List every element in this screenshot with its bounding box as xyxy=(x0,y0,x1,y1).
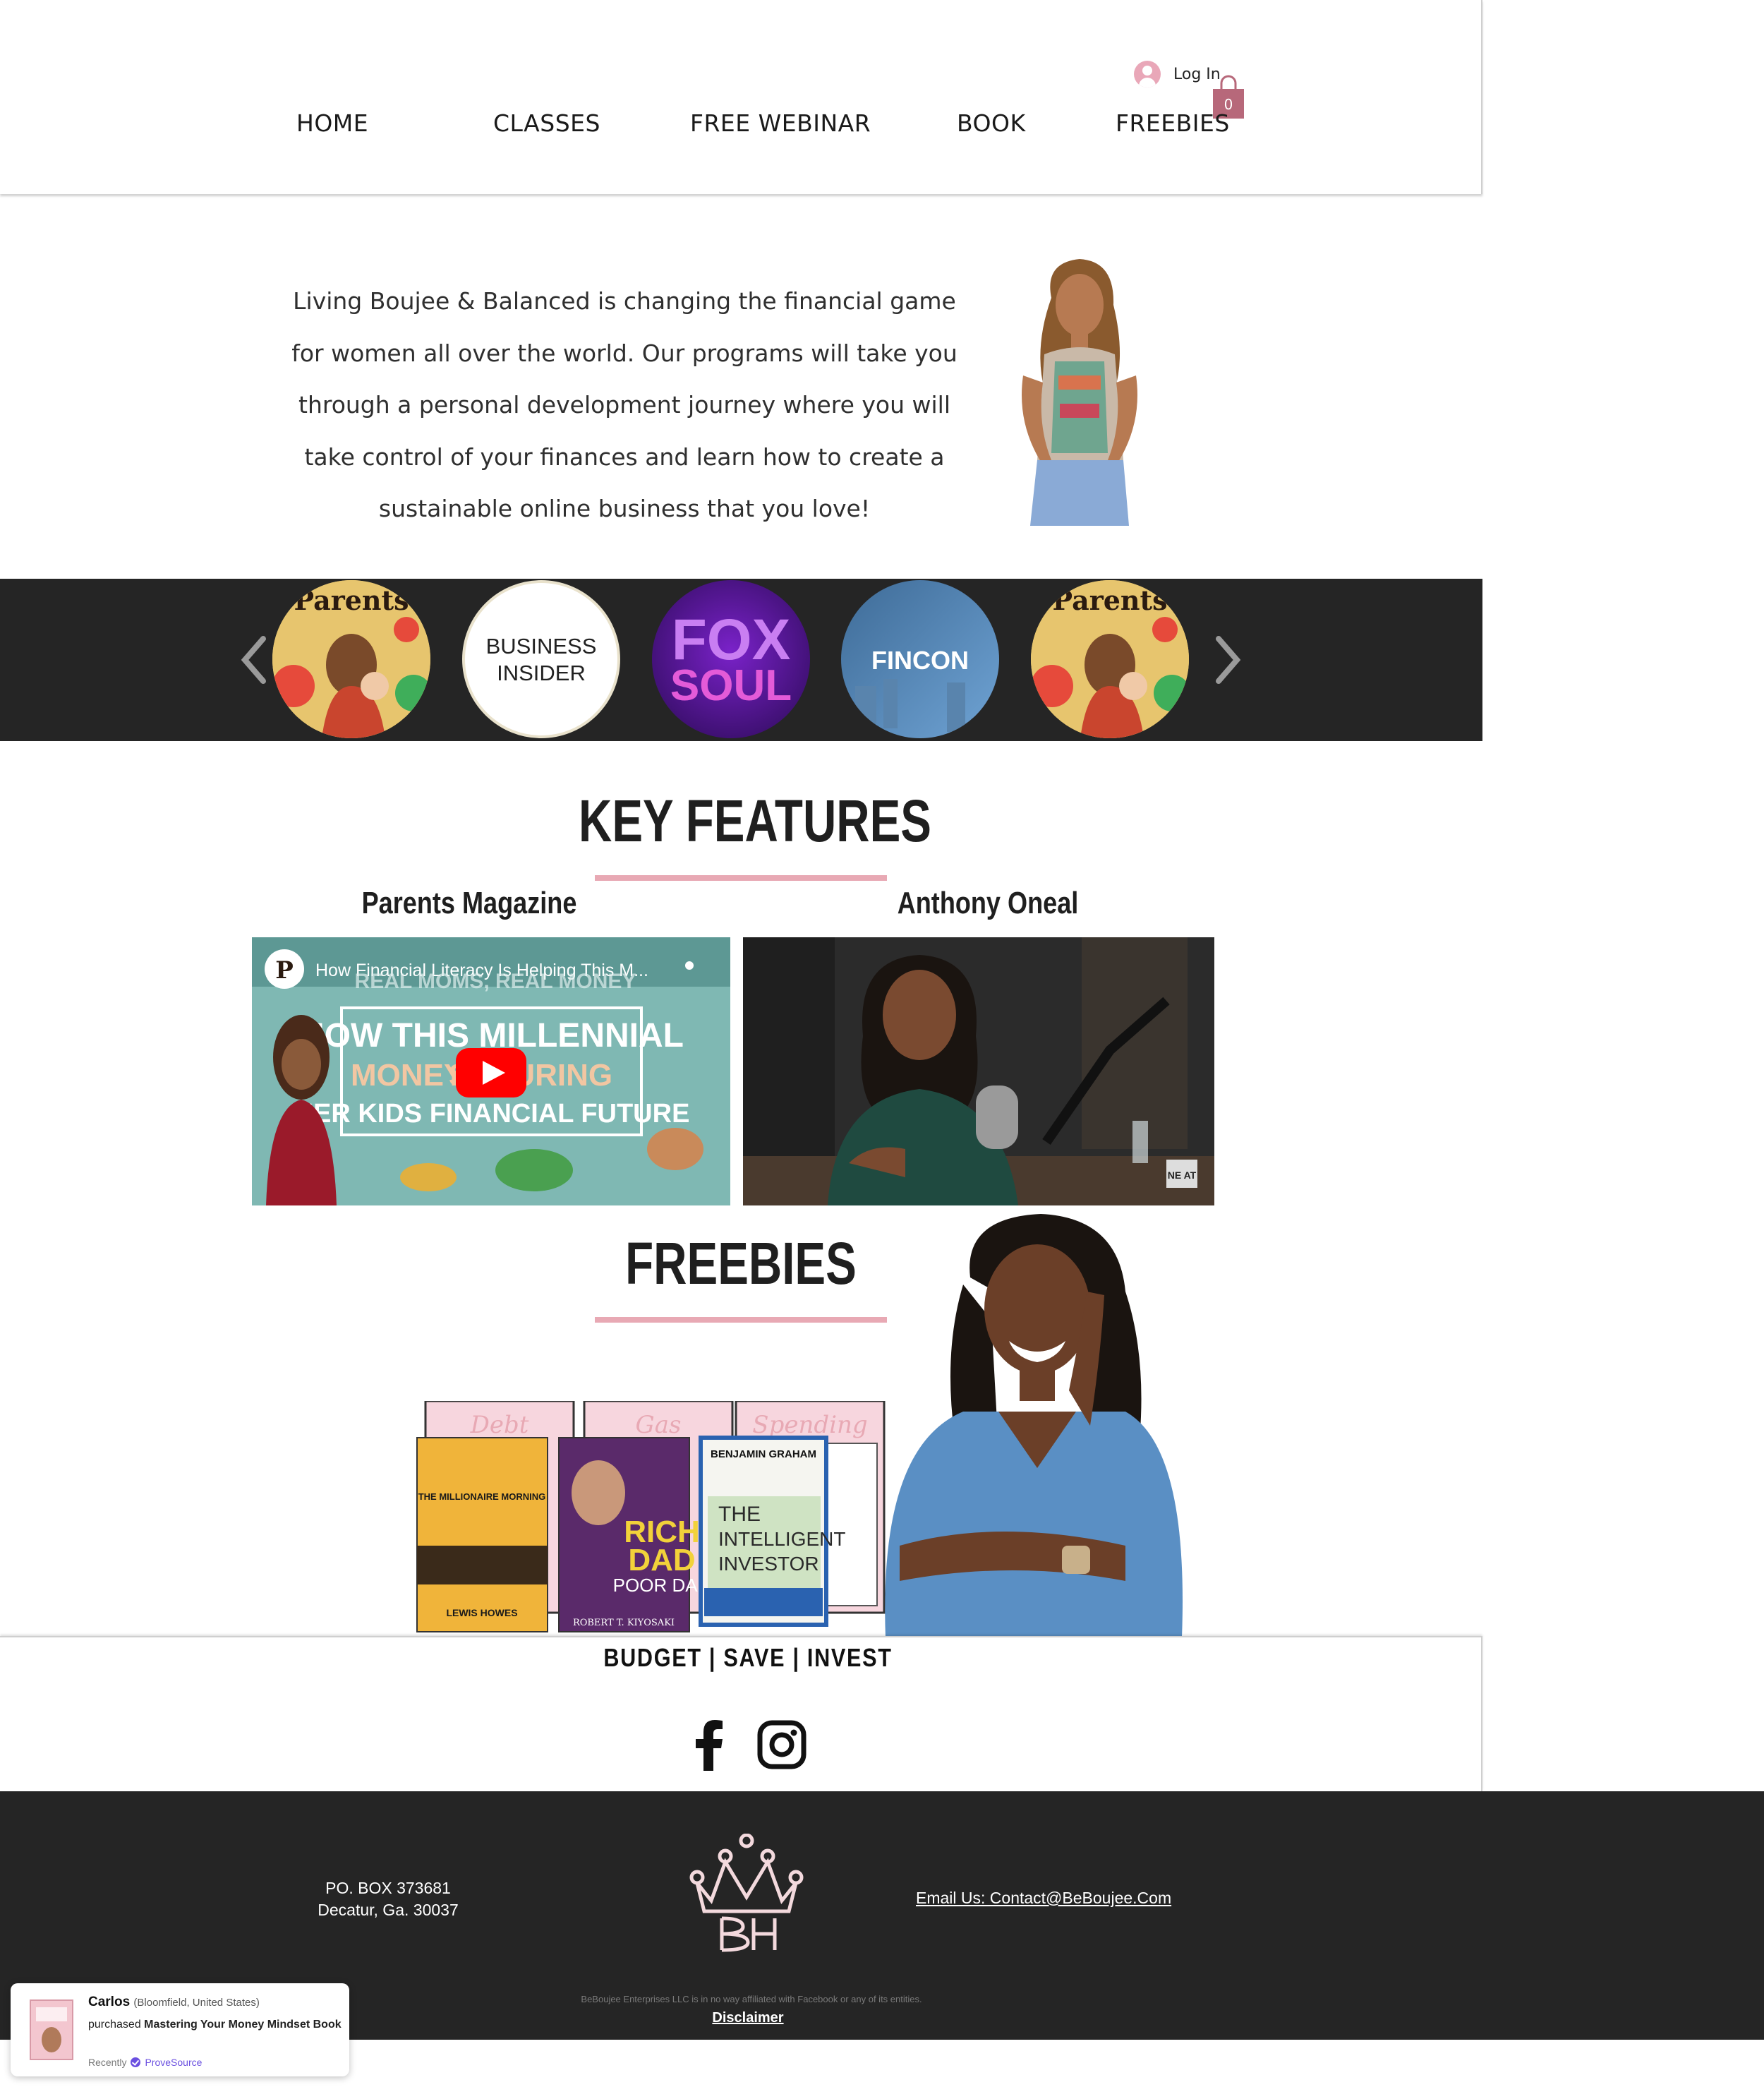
notification-location: (Bloomfield, United States) xyxy=(133,1997,260,2009)
business-insider-logo: BUSINESS INSIDER xyxy=(486,634,597,685)
freebies-underline xyxy=(595,1317,887,1323)
tagline: BUDGET | SAVE | INVEST xyxy=(603,1643,893,1672)
nav-classes[interactable]: CLASSES xyxy=(493,106,690,148)
key-features-title: KEY FEATURES xyxy=(579,788,931,854)
disclaimer-link[interactable]: Disclaimer xyxy=(706,2010,790,2026)
video-label-anthony-oneal: Anthony Oneal xyxy=(897,886,1079,920)
fox-soul-line2: SOUL xyxy=(670,661,792,710)
carousel-next-button[interactable] xyxy=(1210,628,1245,692)
nav-book[interactable]: BOOK xyxy=(957,106,1116,148)
intro-text: Living Boujee & Balanced is changing the… xyxy=(291,287,957,522)
notification-name: Carlos xyxy=(88,1995,131,2009)
book-millionaire-title: THE MILLIONAIRE MORNING xyxy=(418,1491,546,1502)
notification-brand[interactable]: ProveSource xyxy=(145,2057,202,2068)
footer-address: PO. BOX 373681 Decatur, Ga. 30037 xyxy=(282,1877,494,1921)
youtube-play-icon[interactable] xyxy=(456,1048,526,1097)
notification-header: Carlos (Bloomfield, United States) xyxy=(88,1995,260,2010)
notification-meta: Recently ProveSource xyxy=(88,2057,202,2068)
nav-freebies[interactable]: FREEBIES xyxy=(1116,106,1243,148)
user-avatar-icon xyxy=(1134,61,1161,88)
chevron-left-icon xyxy=(241,636,266,684)
parents-magazine-cover-icon: Parents xyxy=(272,580,430,738)
chevron-right-icon xyxy=(1216,636,1241,684)
video-player-anthony-oneal[interactable]: NE AT xyxy=(743,937,1214,1205)
main-nav: HOME CLASSES FREE WEBINAR BOOK FREEBIES xyxy=(296,106,1243,148)
book-thumbnail-icon xyxy=(30,1999,73,2060)
notification-time: Recently xyxy=(88,2057,127,2068)
business-insider-line1: BUSINESS xyxy=(486,634,597,658)
carousel-prev-button[interactable] xyxy=(236,628,272,692)
press-logo-parents-2[interactable]: Parents xyxy=(1031,580,1189,738)
business-insider-line2: INSIDER xyxy=(497,661,586,685)
press-logo-business-insider[interactable]: BUSINESS INSIDER xyxy=(462,580,620,738)
fincon-text: FINCON xyxy=(871,646,969,675)
worksheet-spending: Spending xyxy=(752,1411,867,1439)
site-header xyxy=(0,0,1482,194)
login-button[interactable]: Log In xyxy=(1134,61,1221,88)
address-line1: PO. BOX 373681 xyxy=(325,1879,451,1897)
notification-action: purchased xyxy=(88,2019,141,2031)
press-logo-fincon[interactable]: FINCON xyxy=(841,580,999,738)
facebook-icon[interactable] xyxy=(695,1720,723,1771)
worksheet-debt: Debt xyxy=(470,1411,529,1439)
nav-home[interactable]: HOME xyxy=(296,106,493,148)
footer-affiliation-note: BeBoujee Enterprises LLC is in no way af… xyxy=(581,1994,922,2004)
svg-text:INVESTOR: INVESTOR xyxy=(718,1553,819,1575)
svg-text:POOR DAD: POOR DAD xyxy=(613,1575,711,1596)
video1-kicker: REAL MOMS, REAL MONEY xyxy=(355,970,636,993)
purchase-notification[interactable]: Carlos (Bloomfield, United States) purch… xyxy=(11,1983,349,2076)
svg-text:DAD: DAD xyxy=(628,1543,695,1577)
press-logo-fox-soul[interactable]: FOX SOUL xyxy=(652,580,810,738)
founder-photo xyxy=(1022,259,1137,526)
footer-email-link[interactable]: Email Us: Contact@BeBoujee.Com xyxy=(916,1889,1171,1908)
coach-photo xyxy=(885,1214,1183,1637)
nav-free-webinar[interactable]: FREE WEBINAR xyxy=(690,106,957,148)
instagram-icon[interactable] xyxy=(757,1720,807,1769)
video-label-parents: Parents Magazine xyxy=(361,886,577,920)
worksheet-gas: Gas xyxy=(636,1411,682,1439)
video-player-parents[interactable]: P How Financial Literacy Is Helping This… xyxy=(252,937,730,1205)
notification-product: Mastering Your Money Mindset Book xyxy=(144,2019,342,2031)
parents-magazine-cover-icon: Parents xyxy=(1031,580,1189,738)
notification-message: purchased Mastering Your Money Mindset B… xyxy=(88,2016,342,2034)
key-features-underline xyxy=(595,875,887,881)
address-line2: Decatur, Ga. 30037 xyxy=(318,1901,459,1919)
fincon-logo: FINCON xyxy=(855,646,969,732)
svg-text:P: P xyxy=(275,956,294,985)
crown-logo-icon[interactable] xyxy=(683,1834,810,1954)
fox-soul-logo: FOX SOUL xyxy=(670,608,792,710)
book-intelligent-investor-author: BENJAMIN GRAHAM xyxy=(711,1448,816,1460)
video1-line3: HER KIDS FINANCIAL FUTURE xyxy=(294,1099,690,1129)
svg-text:INTELLIGENT: INTELLIGENT xyxy=(718,1528,845,1550)
book-rich-dad-author: ROBERT T. KIYOSAKI xyxy=(573,1618,675,1628)
video-thumbnail-anthony-oneal: NE AT xyxy=(743,937,1214,1205)
neat-badge: NE AT xyxy=(1168,1169,1197,1181)
verified-check-icon xyxy=(131,2057,141,2067)
press-logo-parents[interactable]: Parents xyxy=(272,580,430,738)
svg-text:THE: THE xyxy=(718,1503,761,1526)
freebies-books-graphic[interactable]: Debt Gas Spending THE MILLIONAIRE MORNIN… xyxy=(415,1401,888,1634)
book-millionaire-author: LEWIS HOWES xyxy=(446,1607,517,1618)
